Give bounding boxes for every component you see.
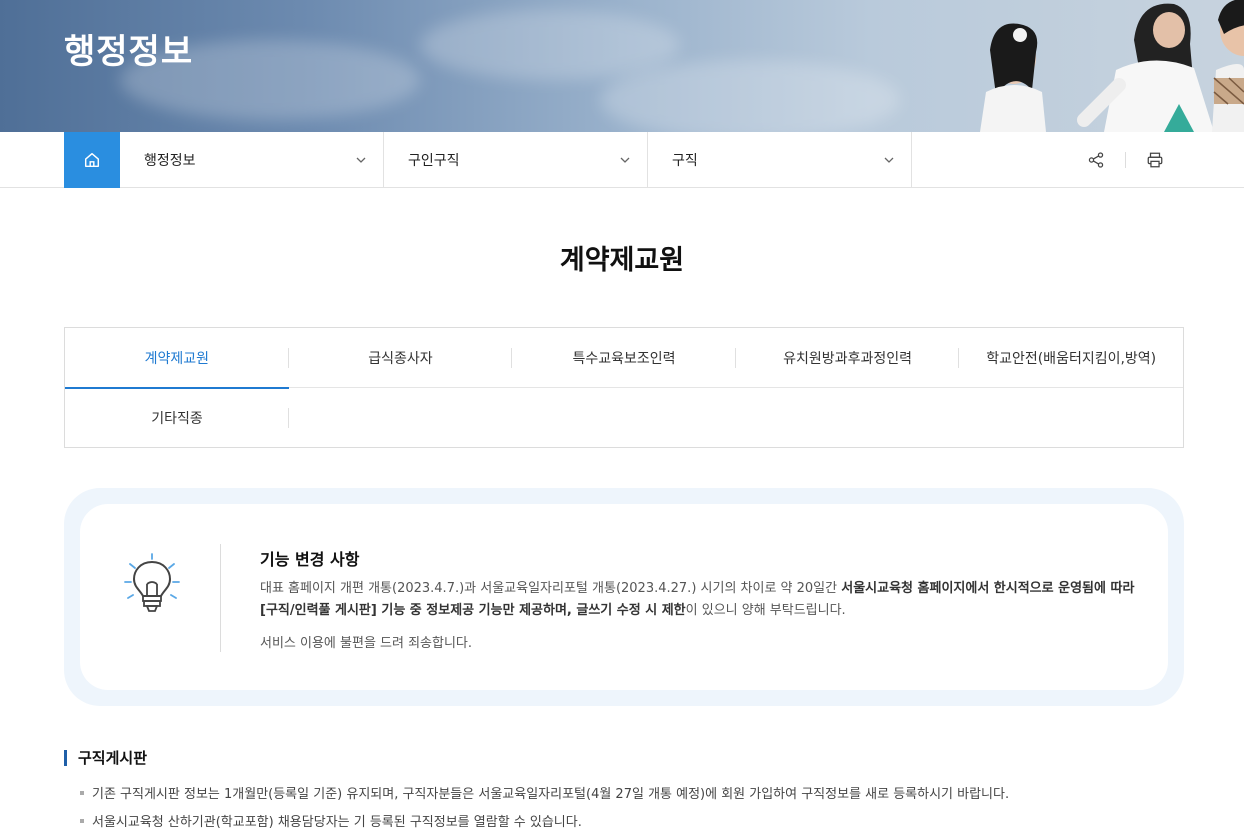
tab-school-safety[interactable]: 학교안전(배움터지킴이,방역) [959,328,1183,388]
chevron-down-icon [356,157,366,163]
breadcrumb-item-recruitment[interactable]: 구인구직 [384,132,648,188]
tab-row: 계약제교원 급식종사자 특수교육보조인력 유치원방과후과정인력 학교안전(배움터… [65,328,1183,389]
print-button[interactable] [1126,132,1184,188]
notice-content: 기능 변경 사항 대표 홈페이지 개편 개통(2023.4.7.)과 서울교육일… [80,504,1168,690]
notice-divider [220,544,221,652]
page-tools [912,132,1184,188]
share-button[interactable] [1067,132,1125,188]
tab-special-education-aide[interactable]: 특수교육보조인력 [512,328,736,388]
page-title: 계약제교원 [559,245,685,276]
share-icon [1088,152,1104,168]
tab-kindergarten-afterschool[interactable]: 유치원방과후과정인력 [736,328,960,388]
breadcrumb-bar: 행정정보 구인구직 구직 [0,132,1244,188]
lightbulb-icon [124,553,180,612]
breadcrumb-label: 구인구직 [408,153,460,169]
breadcrumb-label: 구직 [672,153,698,169]
info-list: 기존 구직게시판 정보는 1개월만(등록일 기준) 유지되며, 구직자분들은 서… [80,786,1180,840]
home-button[interactable] [64,132,120,188]
home-icon [84,152,100,168]
list-item: 기존 구직게시판 정보는 1개월만(등록일 기준) 유지되며, 구직자분들은 서… [80,786,1180,804]
notice-body: 대표 홈페이지 개편 개통(2023.4.7.)과 서울교육일자리포털 개통(2… [260,578,1150,622]
chevron-down-icon [884,157,894,163]
breadcrumb-item-job-seeking[interactable]: 구직 [648,132,912,188]
category-tabs: 계약제교원 급식종사자 특수교육보조인력 유치원방과후과정인력 학교안전(배움터… [64,327,1184,448]
children-illustration [980,0,1244,132]
print-icon [1147,152,1163,168]
breadcrumb-item-admin-info[interactable]: 행정정보 [120,132,384,188]
notice-box: 기능 변경 사항 대표 홈페이지 개편 개통(2023.4.7.)과 서울교육일… [64,488,1184,706]
notice-text: 대표 홈페이지 개편 개통(2023.4.7.)과 서울교육일자리포털 개통(2… [260,581,842,596]
tab-contract-teacher[interactable]: 계약제교원 [65,328,289,389]
notice-apology: 서비스 이용에 불편을 드려 죄송합니다. [260,636,473,651]
tab-row: 기타직종 [65,388,1183,448]
notice-title: 기능 변경 사항 [260,550,360,569]
section-title: 구직게시판 [64,748,147,768]
chevron-down-icon [620,157,630,163]
list-item: 서울시교육청 산하기관(학교포함) 채용담당자는 기 등록된 구직정보를 열람할… [80,814,1180,832]
tab-meal-service[interactable]: 급식종사자 [289,328,513,388]
hero-banner: 행정정보 [0,0,1244,132]
tab-other-jobs[interactable]: 기타직종 [65,388,289,448]
breadcrumb-label: 행정정보 [144,153,196,169]
notice-text: 이 있으니 양해 부탁드립니다. [685,603,846,618]
hero-title: 행정정보 [64,32,194,72]
